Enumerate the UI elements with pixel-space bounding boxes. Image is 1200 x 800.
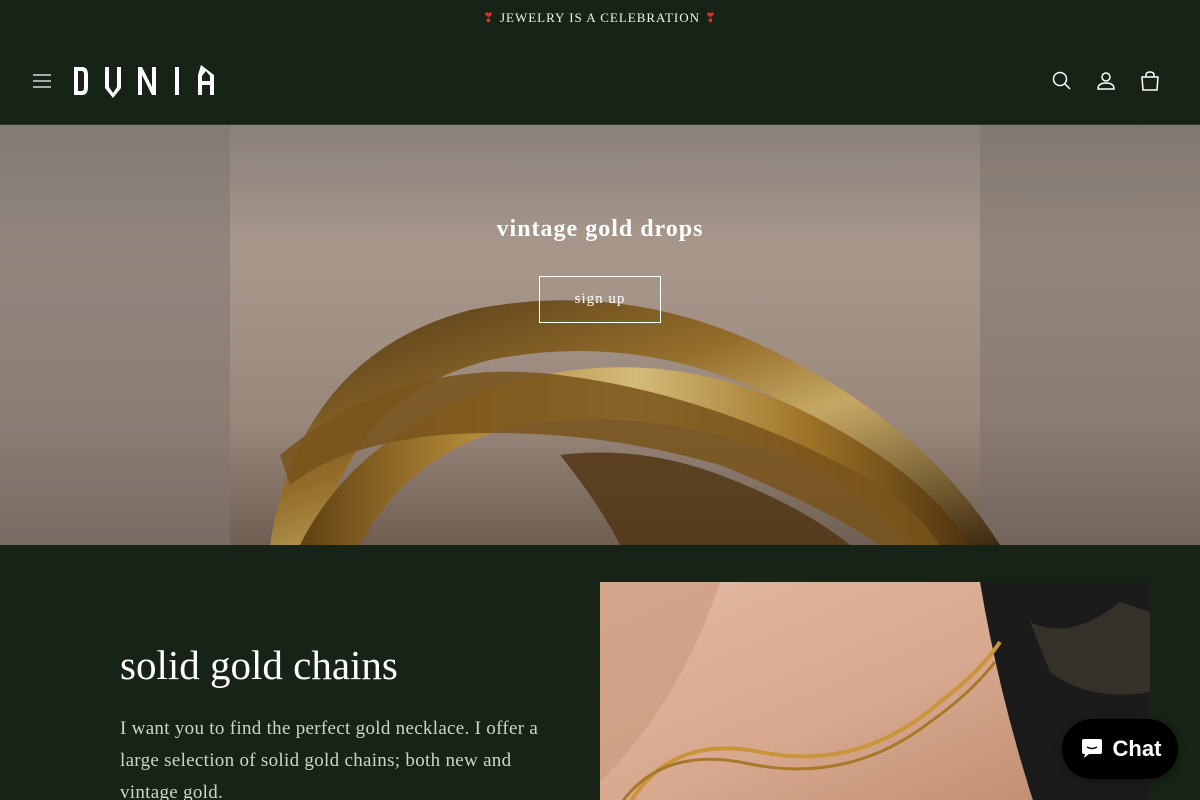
- feature-title: solid gold chains: [120, 642, 398, 688]
- search-icon: [1052, 71, 1071, 90]
- hero-bracelet-image: [0, 125, 1200, 545]
- site-header: [0, 36, 1200, 125]
- hero-title: vintage gold drops: [496, 216, 704, 242]
- dunia-logo[interactable]: [72, 63, 218, 99]
- chat-label: Chat: [1112, 736, 1162, 761]
- feature-description: I want you to find the perfect gold neck…: [120, 718, 539, 800]
- sign-up-button[interactable]: sign up: [539, 276, 661, 323]
- feature-section: solid gold chains I want you to find the…: [0, 545, 1200, 800]
- cart-button[interactable]: [1138, 69, 1162, 93]
- hamburger-icon: [33, 74, 51, 88]
- account-button[interactable]: [1094, 69, 1118, 93]
- heart-icon: ❣: [483, 10, 495, 25]
- shopping-bag-icon: [1141, 71, 1159, 91]
- hamburger-menu-button[interactable]: [30, 69, 54, 93]
- hero-banner: vintage gold drops sign up: [0, 125, 1200, 545]
- logo-wordmark: [74, 65, 214, 98]
- search-button[interactable]: [1050, 69, 1074, 93]
- heart-icon: ❣: [705, 10, 717, 25]
- announcement-text: JEWELRY IS A CELEBRATION: [499, 10, 701, 25]
- user-icon: [1097, 72, 1115, 90]
- chat-button[interactable]: Chat: [1062, 719, 1178, 779]
- announcement-bar: ❣ JEWELRY IS A CELEBRATION ❣: [0, 0, 1200, 36]
- chat-bubble-icon: [1081, 739, 1102, 758]
